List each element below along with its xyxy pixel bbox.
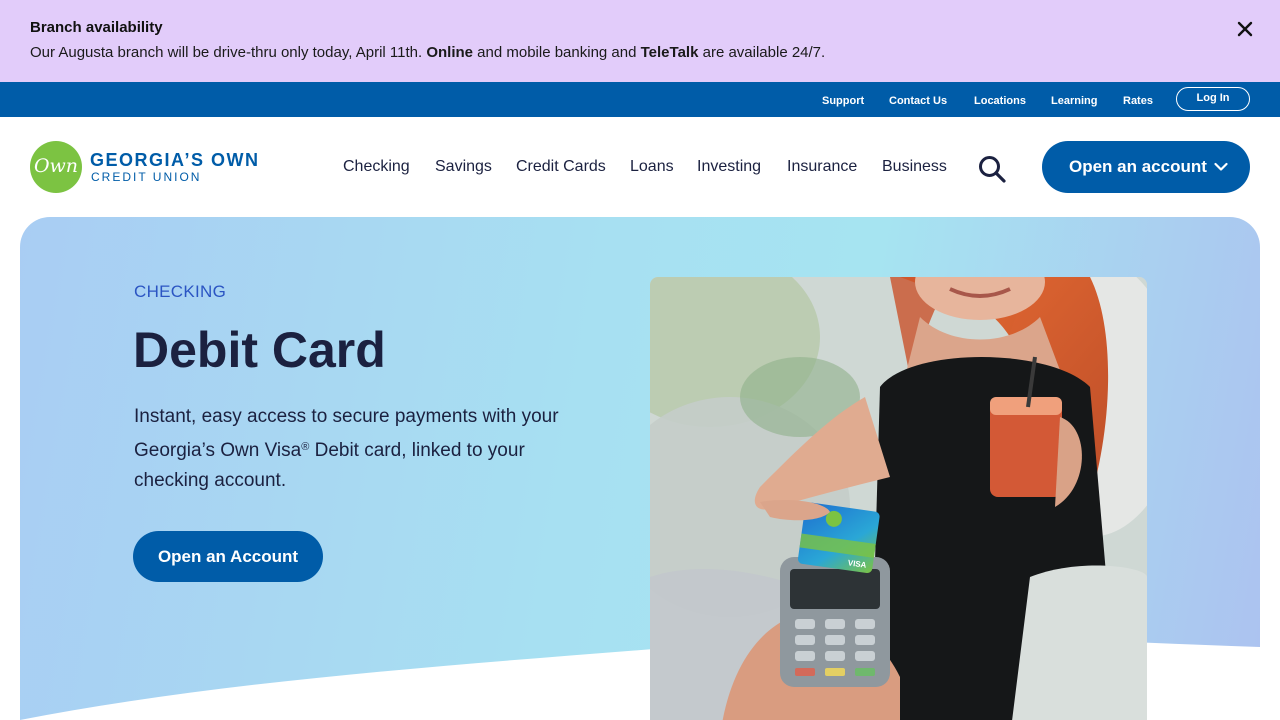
- alert-banner: Branch availability Our Augusta branch w…: [0, 0, 1280, 82]
- logo[interactable]: Own: [30, 141, 82, 193]
- nav-item-loans[interactable]: Loans: [630, 158, 674, 176]
- alert-message-start: Our Augusta branch will be drive-thru on…: [30, 44, 427, 61]
- alert-bold-teletalk: TeleTalk: [640, 44, 699, 61]
- nav-item-credit-cards[interactable]: Credit Cards: [516, 158, 606, 176]
- open-account-button[interactable]: Open an account: [1042, 141, 1250, 193]
- util-link-support[interactable]: Support: [822, 95, 864, 107]
- util-link-locations[interactable]: Locations: [974, 95, 1026, 107]
- brand-name: GEORGIA’S OWN: [90, 150, 260, 170]
- hero-section: CHECKING Debit Card Instant, easy access…: [20, 217, 1260, 720]
- nav-item-business[interactable]: Business: [882, 158, 947, 176]
- close-icon[interactable]: [1234, 18, 1256, 40]
- nav-item-investing[interactable]: Investing: [697, 158, 761, 176]
- hero-image: VISA: [650, 277, 1147, 720]
- alert-title: Branch availability: [30, 19, 163, 36]
- alert-message: Our Augusta branch will be drive-thru on…: [30, 44, 825, 61]
- logo-mark: Own: [33, 155, 79, 177]
- util-link-learning[interactable]: Learning: [1051, 95, 1097, 107]
- nav-item-insurance[interactable]: Insurance: [787, 158, 857, 176]
- page-title: Debit Card: [133, 322, 386, 378]
- nav-item-checking[interactable]: Checking: [343, 158, 410, 176]
- open-account-label: Open an account: [1069, 157, 1207, 176]
- hero-description: Instant, easy access to secure payments …: [134, 402, 604, 496]
- open-an-account-button[interactable]: Open an Account: [133, 531, 323, 582]
- alert-message-end: are available 24/7.: [698, 44, 826, 61]
- utility-bar: Support Contact Us Locations Learning Ra…: [0, 82, 1280, 117]
- main-nav: Own GEORGIA’S OWN CREDIT UNION Checking …: [0, 117, 1280, 217]
- login-button[interactable]: Log In: [1176, 87, 1250, 111]
- search-icon[interactable]: [977, 154, 1007, 184]
- nav-item-savings[interactable]: Savings: [435, 158, 492, 176]
- util-link-contact-us[interactable]: Contact Us: [889, 95, 947, 107]
- alert-bold-online: Online: [426, 44, 473, 61]
- chevron-down-icon: [1214, 162, 1228, 171]
- brand-subtitle: CREDIT UNION: [91, 170, 202, 184]
- util-link-rates[interactable]: Rates: [1123, 95, 1153, 107]
- hero-eyebrow: CHECKING: [134, 282, 227, 301]
- alert-message-mid: and mobile banking and: [473, 44, 641, 61]
